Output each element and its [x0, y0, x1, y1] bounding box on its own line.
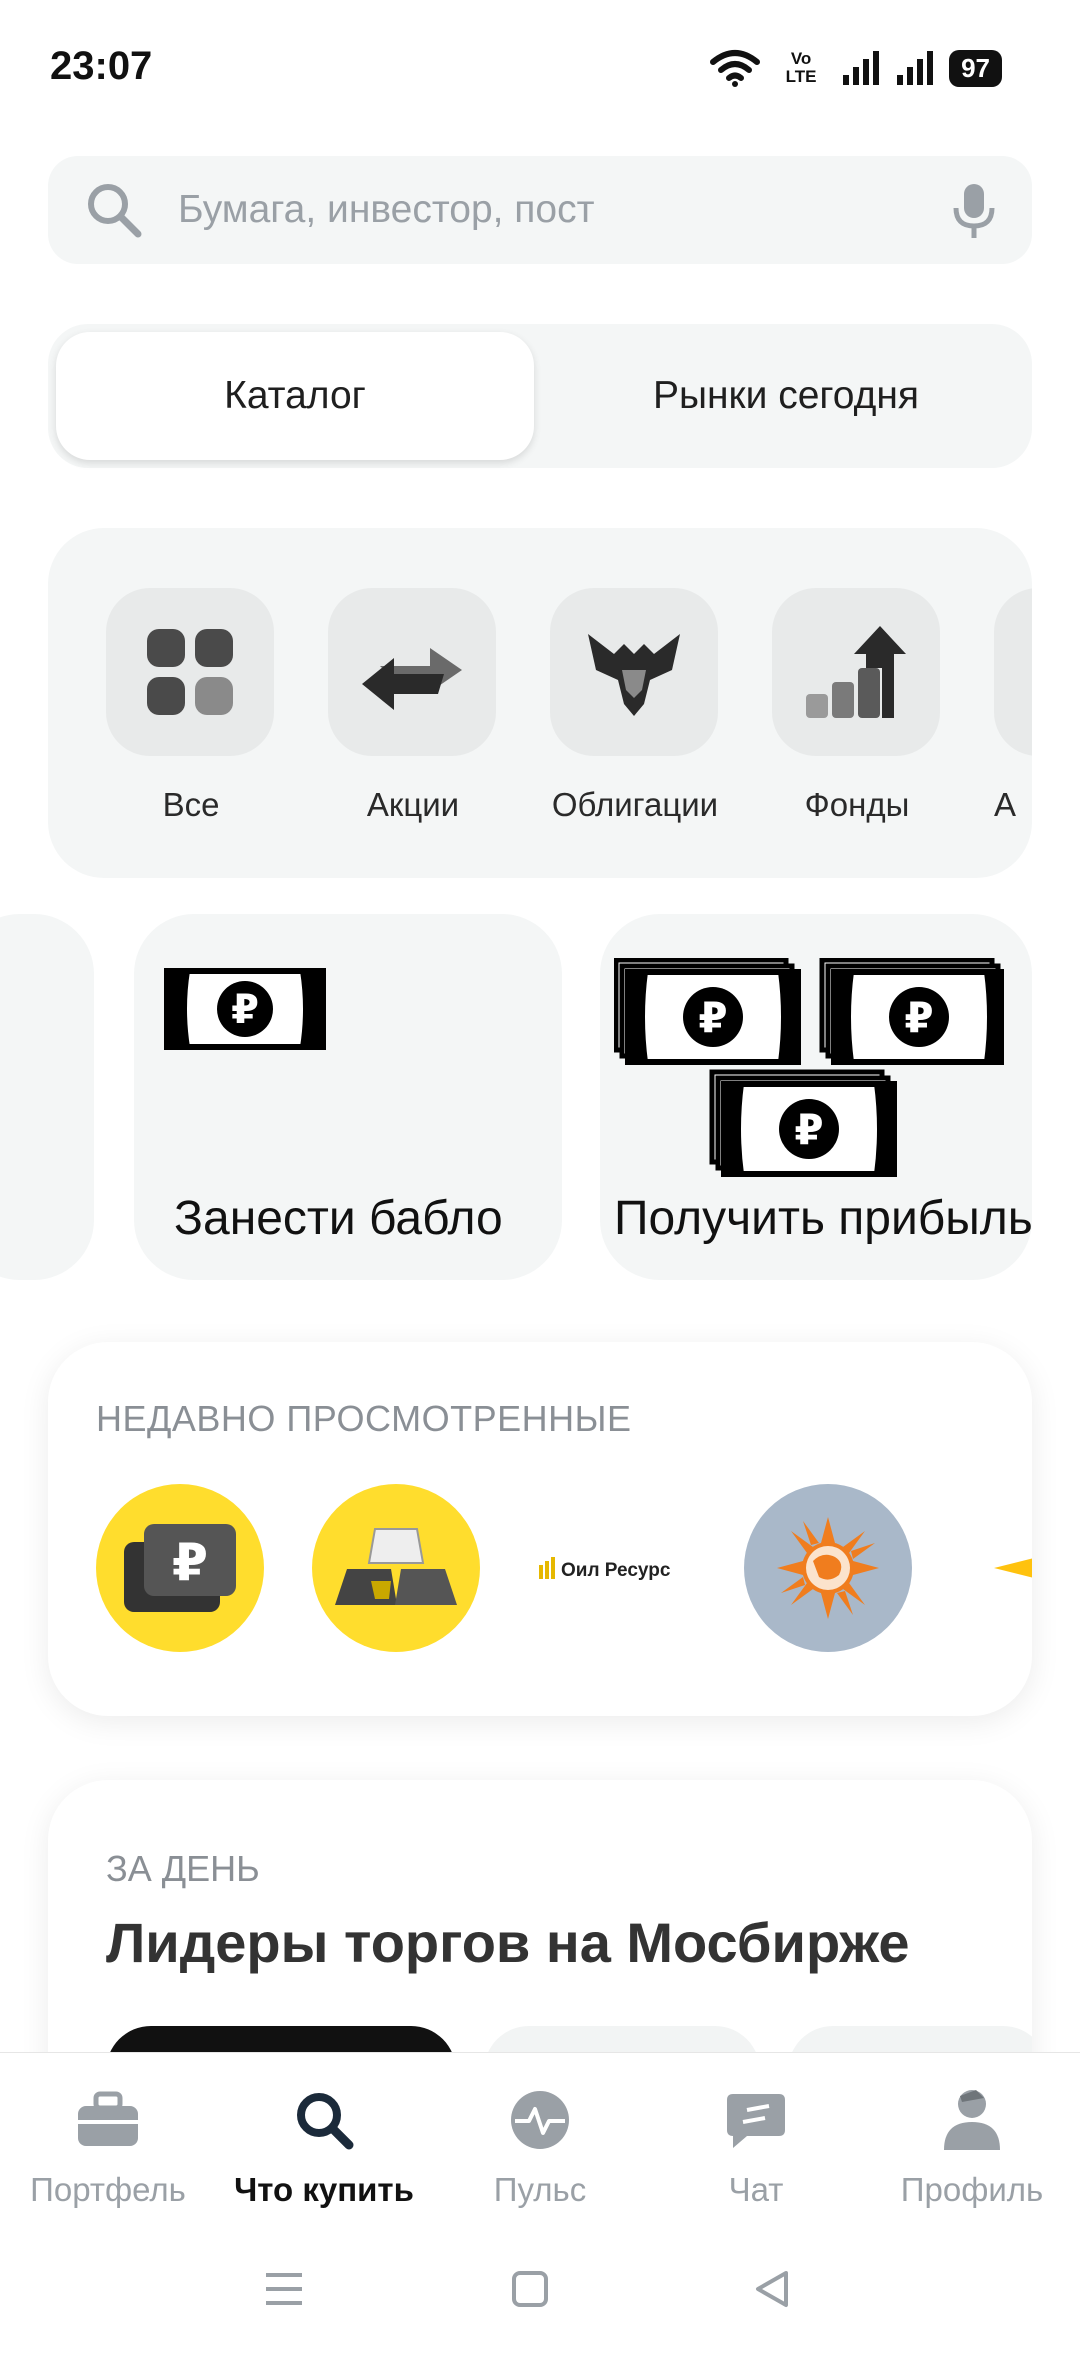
status-icons: Vo LTE 97	[709, 48, 1002, 88]
recently-viewed-card: НЕДАВНО ПРОСМОТРЕННЫЕ ₽ Оил Ресурс	[48, 1342, 1032, 1716]
promo-carousel: ₽ Занести бабло ₽ ₽ ₽ Получить прибыль	[0, 914, 1080, 1284]
profile-icon	[944, 2090, 1000, 2150]
svg-text:₽: ₽	[698, 993, 727, 1042]
ruble-banknote-stacks-icon: ₽ ₽ ₽	[614, 958, 1004, 1177]
search-icon	[297, 2093, 354, 2150]
category-more[interactable]: А	[994, 588, 1032, 824]
nav-profile[interactable]: Профиль	[864, 2075, 1080, 2209]
svg-text:₽: ₽	[794, 1105, 823, 1154]
svg-text:₽: ₽	[231, 987, 259, 1033]
nav-label: Профиль	[900, 2171, 1044, 2208]
search-icon	[88, 184, 142, 238]
eagle-emblem-icon	[588, 634, 680, 716]
category-all[interactable]: Все	[106, 588, 276, 824]
nav-pulse[interactable]: Пульс	[432, 2075, 648, 2209]
promo-card-partial[interactable]	[0, 914, 94, 1280]
recent-item-partial[interactable]	[960, 1484, 1032, 1652]
search-bar[interactable]	[48, 156, 1032, 264]
nav-label: Что купить	[234, 2171, 414, 2208]
search-input[interactable]	[178, 156, 938, 264]
category-tile	[550, 588, 718, 756]
bottom-navigation: Портфель Что купить Пульс Чат Профиль	[0, 2052, 1080, 2354]
category-carousel: Все Акции Облигации Фонды А	[48, 528, 1032, 878]
grid-icon	[147, 629, 233, 715]
section-title: НЕДАВНО ПРОСМОТРЕННЫЕ	[96, 1398, 632, 1439]
pulse-icon	[511, 2091, 569, 2149]
category-bonds[interactable]: Облигации	[550, 588, 720, 824]
tab-catalog[interactable]: Каталог	[56, 332, 534, 460]
orange-sun-globe-logo	[777, 1517, 879, 1619]
promo-card-deposit[interactable]: ₽ Занести бабло	[134, 914, 562, 1280]
back-triangle-icon[interactable]	[752, 2269, 792, 2309]
section-subtitle: ЗА ДЕНЬ	[106, 1848, 260, 1889]
recent-item-gold[interactable]	[312, 1484, 480, 1652]
category-label: Облигации	[551, 786, 719, 823]
promo-card-profit[interactable]: ₽ ₽ ₽ Получить прибыль	[600, 914, 1032, 1280]
category-tile	[328, 588, 496, 756]
home-square-icon[interactable]	[510, 2269, 550, 2309]
svg-text:₽: ₽	[904, 993, 933, 1042]
signal-icon	[843, 51, 880, 85]
status-time: 23:07	[50, 44, 153, 88]
wifi-icon	[710, 50, 761, 87]
battery-indicator: 97	[949, 49, 1002, 87]
category-stocks[interactable]: Акции	[328, 588, 498, 824]
volte-indicator: Vo LTE	[785, 49, 817, 86]
category-funds[interactable]: Фонды	[772, 588, 942, 824]
chat-icon	[727, 2094, 785, 2148]
category-label: Акции	[366, 786, 460, 823]
recent-item-oil-resource[interactable]: Оил Ресурс	[528, 1484, 696, 1652]
category-label: Все	[162, 786, 220, 823]
oil-resource-logo: Оил Ресурс	[539, 1557, 671, 1581]
ruble-banknote-icon: ₽	[164, 968, 326, 1050]
ruble-wallet-logo: ₽	[124, 1524, 236, 1612]
tab-markets-today[interactable]: Рынки сегодня	[548, 332, 1024, 460]
nav-what-to-buy[interactable]: Что купить	[216, 2075, 432, 2209]
recents-menu-icon[interactable]	[262, 2269, 306, 2309]
recent-item-energy[interactable]	[744, 1484, 912, 1652]
growth-steps-icon	[806, 626, 906, 718]
category-tile	[994, 588, 1032, 756]
section-tabs: Каталог Рынки сегодня	[48, 324, 1032, 468]
nav-portfolio[interactable]: Портфель	[0, 2075, 216, 2209]
nav-chat[interactable]: Чат	[648, 2075, 864, 2209]
nav-label: Пульс	[493, 2171, 587, 2208]
system-navigation-bar	[0, 2269, 1080, 2339]
microphone-icon[interactable]	[952, 182, 996, 240]
signal-icon-2	[897, 51, 934, 85]
category-label: Фонды	[804, 786, 910, 823]
promo-label: Занести бабло	[174, 1192, 503, 1245]
status-bar: 23:07 Vo LTE 97	[0, 0, 1080, 140]
promo-label: Получить прибыль	[614, 1192, 1032, 1245]
svg-text:Оил Ресурс: Оил Ресурс	[561, 1560, 671, 1581]
category-label: А	[994, 786, 1017, 823]
category-tile	[772, 588, 940, 756]
partial-yellow-logo	[994, 1558, 1032, 1578]
recent-item-ruble-wallet[interactable]: ₽	[96, 1484, 264, 1652]
category-tile	[106, 588, 274, 756]
nav-label: Портфель	[30, 2171, 186, 2208]
svg-text:₽: ₽	[172, 1533, 208, 1593]
nav-label: Чат	[728, 2171, 784, 2208]
briefcase-icon	[78, 2091, 138, 2146]
gold-bars-logo	[335, 1528, 457, 1605]
exchange-arrows-icon	[362, 648, 462, 710]
section-title: Лидеры торгов на Мосбирже	[106, 1911, 910, 1974]
